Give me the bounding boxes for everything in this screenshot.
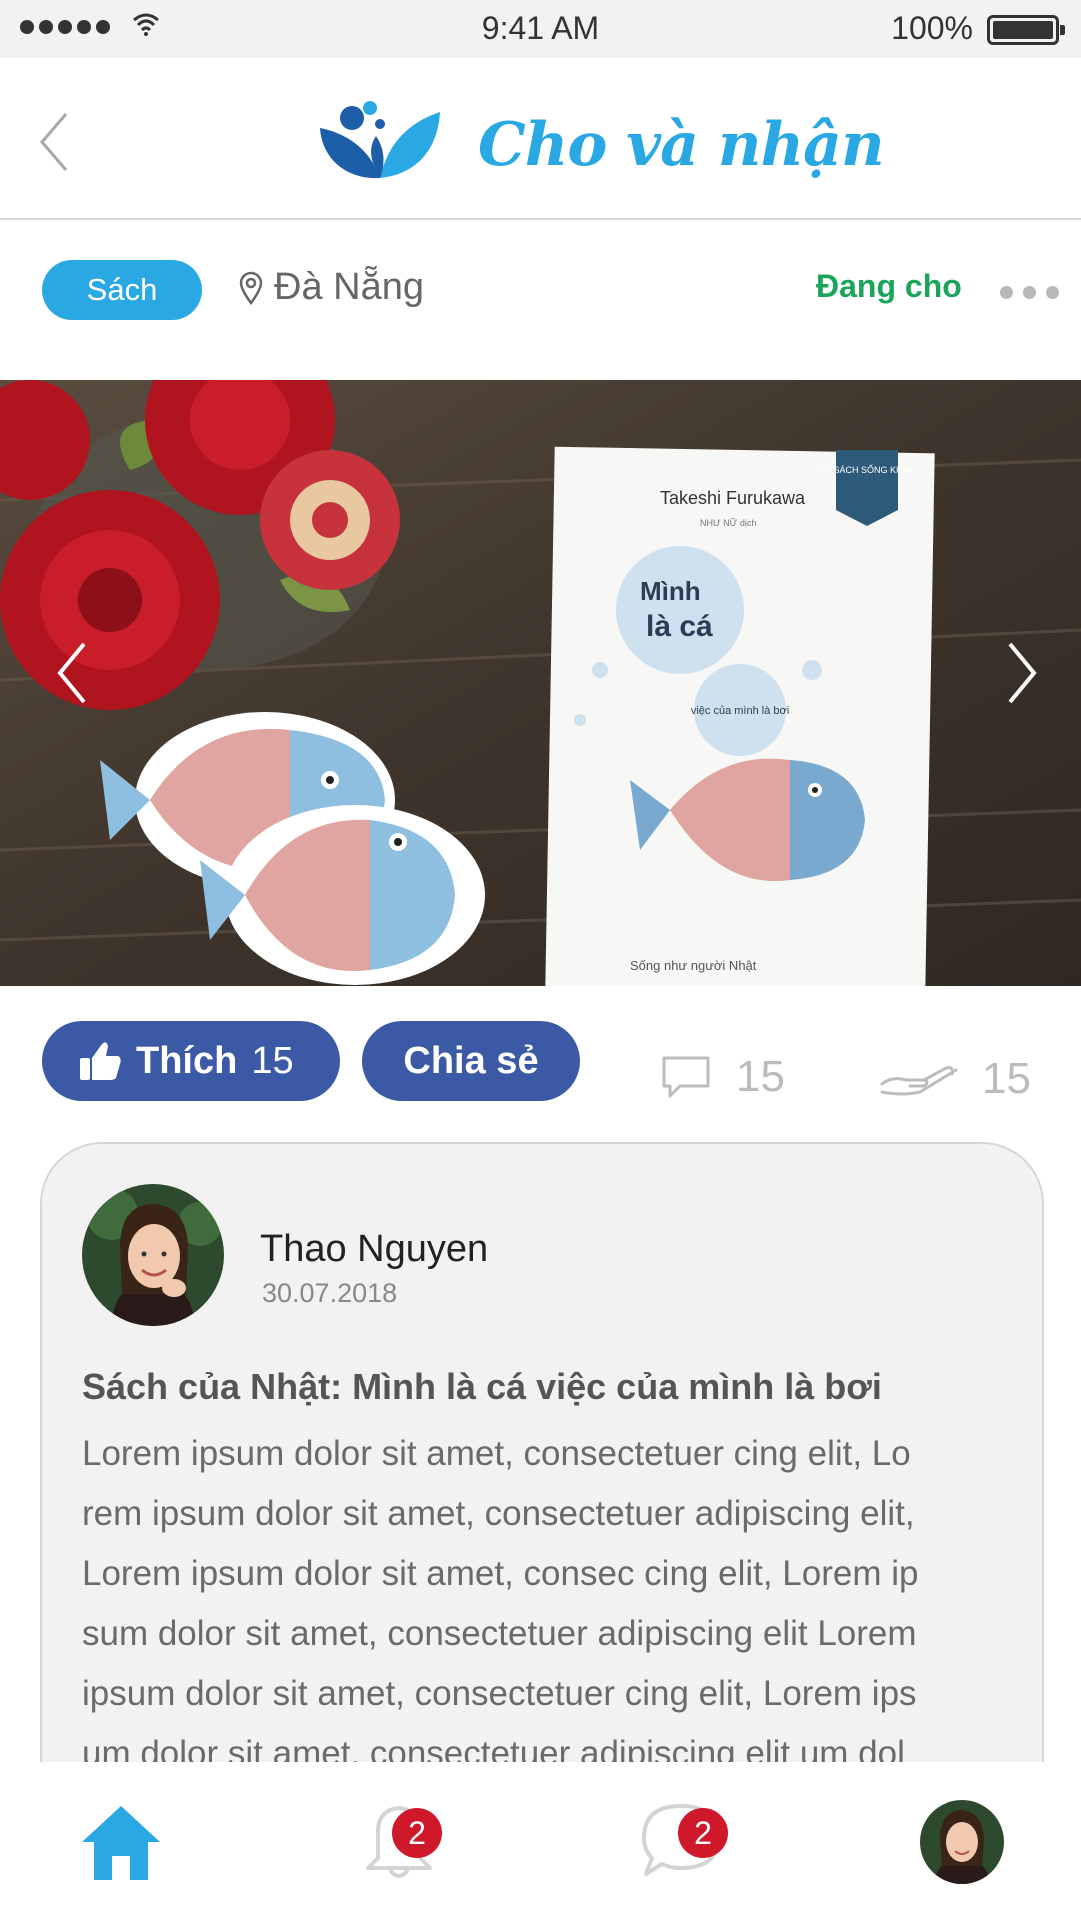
- book-author: Takeshi Furukawa: [660, 488, 806, 508]
- post-body-line: Lorem ipsum dolor sit amet, consectetuer…: [82, 1434, 911, 1473]
- home-icon[interactable]: [80, 1802, 162, 1882]
- comment-stat[interactable]: 15: [660, 1052, 785, 1102]
- book-title-2: là cá: [646, 610, 713, 643]
- book-subtitle: việc của mình là bơi: [691, 705, 789, 717]
- book-series: TỦ SÁCH SỐNG KHÁC: [819, 464, 916, 475]
- location-label: Đà Nẵng: [274, 266, 424, 308]
- like-count: 15: [251, 1039, 294, 1082]
- chevron-left-icon[interactable]: [52, 638, 92, 708]
- post-date: 30.07.2018: [262, 1278, 398, 1308]
- app-title: Cho và nhận: [478, 110, 885, 180]
- avatar[interactable]: [82, 1184, 224, 1326]
- location: Đà Nẵng: [238, 266, 424, 309]
- battery-icon: [987, 15, 1065, 45]
- like-button[interactable]: Thích 15: [42, 1021, 340, 1101]
- receive-hand-icon: [880, 1066, 958, 1096]
- post-body-line: Lorem ipsum dolor sit amet, consec cing …: [82, 1554, 919, 1593]
- book-tagline: Sống như người Nhật: [630, 958, 757, 973]
- thumbs-up-icon: [80, 1042, 121, 1080]
- book-translator: NHƯ NỮ dịch: [700, 518, 756, 528]
- status-bar: 9:41 AM 100%: [0, 0, 1081, 58]
- notification-badge: 2: [392, 1808, 442, 1858]
- giving-status: Đang cho: [816, 268, 962, 304]
- comment-icon: [662, 1056, 710, 1098]
- share-button[interactable]: Chia sẻ: [362, 1021, 580, 1101]
- location-pin-icon: [239, 271, 263, 305]
- post-photo: TỦ SÁCH SỐNG KHÁC Takeshi Furukawa NHƯ N…: [0, 380, 1081, 986]
- profile-avatar[interactable]: [920, 1800, 1004, 1884]
- back-icon[interactable]: [34, 110, 74, 174]
- logo-icon: [320, 101, 440, 179]
- post-body-line: sum dolor sit amet, consectetuer adipisc…: [82, 1614, 917, 1653]
- receive-count: 15: [982, 1054, 1031, 1103]
- more-dots-icon[interactable]: [1000, 286, 1059, 299]
- image-carousel[interactable]: TỦ SÁCH SỐNG KHÁC Takeshi Furukawa NHƯ N…: [0, 380, 1081, 986]
- bottom-nav: 2 2: [0, 1762, 1081, 1921]
- battery-percentage: 100%: [891, 10, 973, 46]
- message-badge: 2: [678, 1808, 728, 1858]
- book-title-1: Mình: [640, 576, 701, 606]
- chevron-right-icon[interactable]: [1002, 638, 1042, 708]
- category-tag[interactable]: Sách: [42, 260, 202, 320]
- post-title: Sách của Nhật: Mình là cá việc của mình …: [82, 1366, 882, 1407]
- post-body-line: rem ipsum dolor sit amet, consectetuer a…: [82, 1494, 915, 1533]
- comment-count: 15: [736, 1052, 785, 1101]
- app-header: Cho và nhận: [0, 58, 1081, 220]
- like-label: Thích: [136, 1039, 238, 1082]
- receive-stat[interactable]: 15: [880, 1054, 1031, 1104]
- post-body-line: ipsum dolor sit amet, consectetuer cing …: [82, 1674, 917, 1713]
- author-name[interactable]: Thao Nguyen: [260, 1228, 488, 1271]
- post-card: Thao Nguyen 30.07.2018 Sách của Nhật: Mì…: [40, 1142, 1044, 1822]
- post-body: Lorem ipsum dolor sit amet, consectetuer…: [82, 1424, 1042, 1784]
